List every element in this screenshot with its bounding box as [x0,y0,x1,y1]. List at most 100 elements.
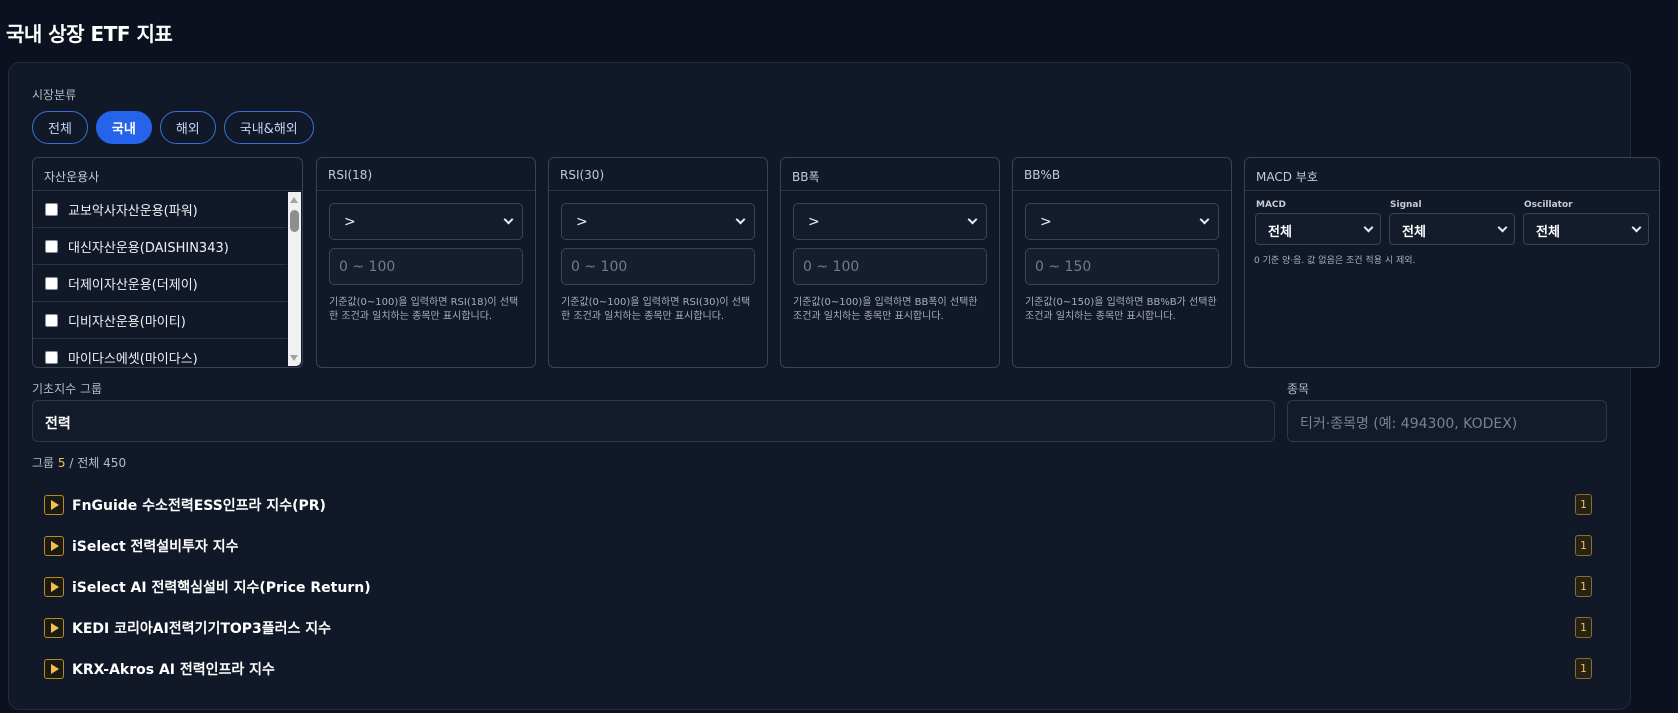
asset-manager-box: 자산운용사 교보악사자산운용(파워) 대신자산운용(DAISHIN343) 더제… [32,157,303,368]
group-count-badge: 1 [1575,576,1592,597]
bb-width-filter: BB폭 > 0 ~ 100 기준값(0~100)을 입력하면 BB폭이 선택한 … [780,157,1000,368]
rsi18-label: RSI(18) [317,158,535,191]
checkbox[interactable] [45,239,58,253]
macd-select[interactable]: 전체 [1255,213,1381,245]
chevron-down-icon [967,214,978,225]
group-name: FnGuide 수소전력ESS인프라 지수(PR) [72,497,326,514]
rsi18-operator-select[interactable]: > [329,203,523,240]
chevron-down-icon [1631,222,1642,233]
bb-percent-b-value-input[interactable]: 0 ~ 150 [1025,248,1219,285]
asset-manager-item[interactable]: 교보악사자산운용(파워) [33,191,287,228]
select-value: > [576,214,588,230]
group-count-summary: 그룹 5 / 전체 450 [32,454,126,471]
market-pill-domestic[interactable]: 국내 [95,111,152,144]
bb-width-operator-select[interactable]: > [793,203,987,240]
total-count-value: 450 [103,456,127,470]
asset-manager-item[interactable]: 더제이자산운용(더제이) [33,265,287,302]
group-count-prefix: 그룹 [32,456,55,470]
expand-toggle[interactable] [44,494,64,515]
select-value: 전체 [1268,225,1292,240]
select-value: > [344,214,356,230]
bb-percent-b-hint: 기준값(0~150)을 입력하면 BB%B가 선택한 조건과 일치하는 종목만 … [1025,297,1217,322]
checkbox[interactable] [45,350,58,364]
rsi30-hint: 기준값(0~100)을 입력하면 RSI(30)이 선택한 조건과 일치하는 종… [561,297,751,322]
asset-manager-item[interactable]: 대신자산운용(DAISHIN343) [33,228,287,265]
group-name: iSelect AI 전력핵심설비 지수(Price Return) [72,579,371,596]
expand-toggle[interactable] [44,658,64,679]
market-pills: 전체 국내 해외 국내&해외 [32,111,314,144]
scroll-up-icon[interactable] [290,197,298,203]
play-triangle-icon [51,540,59,551]
rsi30-label: RSI(30) [549,158,767,191]
expand-toggle[interactable] [44,576,64,597]
group-count-badge: 1 [1575,617,1592,638]
rsi18-value-input[interactable]: 0 ~ 100 [329,248,523,285]
bb-width-label: BB폭 [781,158,999,191]
base-index-label: 기초지수 그룹 [32,382,103,396]
total-count-separator: / 전체 [69,456,100,470]
index-group-row[interactable]: KRX-Akros AI 전력인프라 지수 1 [44,648,1592,689]
page: 국내 상장 ETF 지표 시장분류 전체 국내 해외 국내&해외 자산운용사 교… [0,0,1678,713]
bb-width-value-input[interactable]: 0 ~ 100 [793,248,987,285]
group-count-value: 5 [57,456,66,470]
checkbox[interactable] [45,202,58,216]
asset-manager-item[interactable]: 마이다스에셋(마이다스) [33,339,287,367]
index-group-row[interactable]: FnGuide 수소전력ESS인프라 지수(PR) 1 [44,484,1592,525]
chevron-down-icon [1497,222,1508,233]
bb-width-hint: 기준값(0~100)을 입력하면 BB폭이 선택한 조건과 일치하는 종목만 표… [793,297,978,322]
macd-note: 0 기준 양·음. 값 없음은 조건 적용 시 제외. [1254,256,1416,266]
asset-manager-name: 교보악사자산운용(파워) [68,203,198,219]
market-pill-all[interactable]: 전체 [32,111,88,144]
group-name: KRX-Akros AI 전력인프라 지수 [72,661,275,678]
scroll-thumb[interactable] [290,210,299,232]
chevron-down-icon [1363,222,1374,233]
checkbox[interactable] [45,276,58,290]
group-name: iSelect 전력설비투자 지수 [72,538,239,555]
play-triangle-icon [51,581,59,592]
rsi30-value-input[interactable]: 0 ~ 100 [561,248,755,285]
group-name: KEDI 코리아AI전력기기TOP3플러스 지수 [72,620,332,637]
index-group-row[interactable]: iSelect 전력설비투자 지수 1 [44,525,1592,566]
select-value: 전체 [1402,225,1426,240]
index-group-row[interactable]: KEDI 코리아AI전력기기TOP3플러스 지수 1 [44,607,1592,648]
rsi30-operator-select[interactable]: > [561,203,755,240]
select-value: > [1040,214,1052,230]
group-count-badge: 1 [1575,658,1592,679]
chevron-down-icon [735,214,746,225]
base-index-input[interactable]: 전력 [32,400,1275,442]
oscillator-column: Oscillator 전체 [1523,200,1649,245]
group-count-badge: 1 [1575,494,1592,515]
play-triangle-icon [51,622,59,633]
asset-manager-name: 대신자산운용(DAISHIN343) [68,240,229,256]
page-title: 국내 상장 ETF 지표 [6,22,173,46]
expand-toggle[interactable] [44,617,64,638]
macd-filter: MACD 부호 MACD 전체 Signal 전체 Oscillator 전체 [1244,157,1660,368]
asset-manager-name: 디비자산운용(마이티) [68,314,186,330]
select-value: 전체 [1536,225,1560,240]
market-label: 시장분류 [32,88,77,102]
market-pill-both[interactable]: 국내&해외 [223,111,314,144]
index-group-row[interactable]: iSelect AI 전력핵심설비 지수(Price Return) 1 [44,566,1592,607]
asset-list-scrollbar[interactable] [288,192,301,366]
oscillator-select[interactable]: 전체 [1523,213,1649,245]
macd-column: MACD 전체 [1255,200,1381,245]
signal-select[interactable]: 전체 [1389,213,1515,245]
macd-select-label: MACD [1256,200,1286,210]
market-pill-overseas[interactable]: 해외 [159,111,216,144]
asset-manager-list: 교보악사자산운용(파워) 대신자산운용(DAISHIN343) 더제이자산운용(… [33,191,287,367]
signal-select-label: Signal [1390,200,1422,210]
group-count-badge: 1 [1575,535,1592,556]
scroll-down-icon[interactable] [290,355,298,361]
asset-manager-label: 자산운용사 [33,158,302,191]
macd-selects: MACD 전체 Signal 전체 Oscillator 전체 [1255,200,1649,245]
checkbox[interactable] [45,313,58,327]
expand-toggle[interactable] [44,535,64,556]
play-triangle-icon [51,663,59,674]
ticker-search-input[interactable]: 티커·종목명 (예: 494300, KODEX) [1287,400,1607,442]
play-triangle-icon [51,499,59,510]
asset-manager-item[interactable]: 디비자산운용(마이티) [33,302,287,339]
bb-percent-b-operator-select[interactable]: > [1025,203,1219,240]
ticker-label: 종목 [1287,382,1310,396]
signal-column: Signal 전체 [1389,200,1515,245]
rsi18-hint: 기준값(0~100)을 입력하면 RSI(18)이 선택한 조건과 일치하는 종… [329,297,519,322]
